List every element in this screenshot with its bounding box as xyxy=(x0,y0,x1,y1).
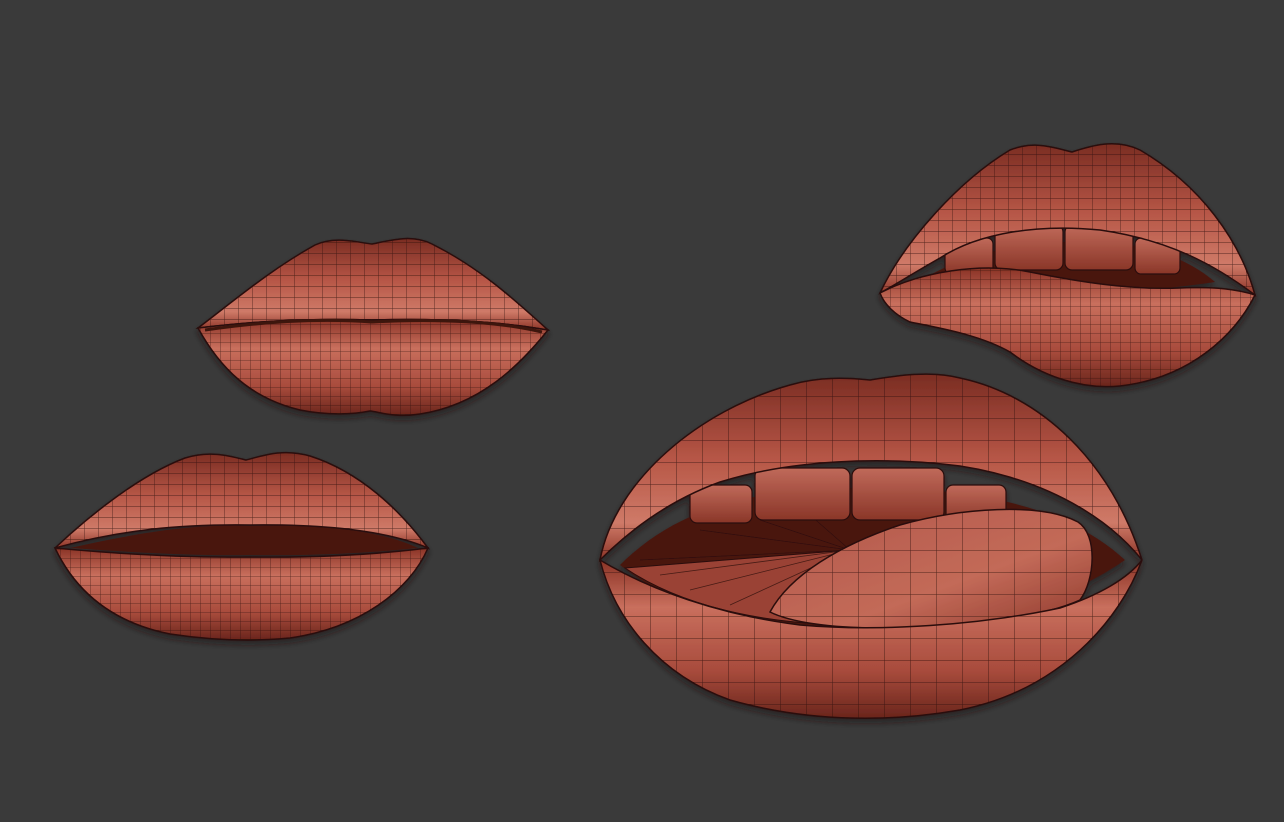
open-mouth-tongue-model[interactable] xyxy=(598,373,1143,720)
viewport-canvas xyxy=(53,143,1257,720)
parted-lips-model[interactable] xyxy=(53,451,431,641)
lip-bite-model[interactable] xyxy=(878,143,1257,388)
sculpt-viewport xyxy=(0,0,1284,822)
closed-lips-model[interactable] xyxy=(195,237,551,417)
